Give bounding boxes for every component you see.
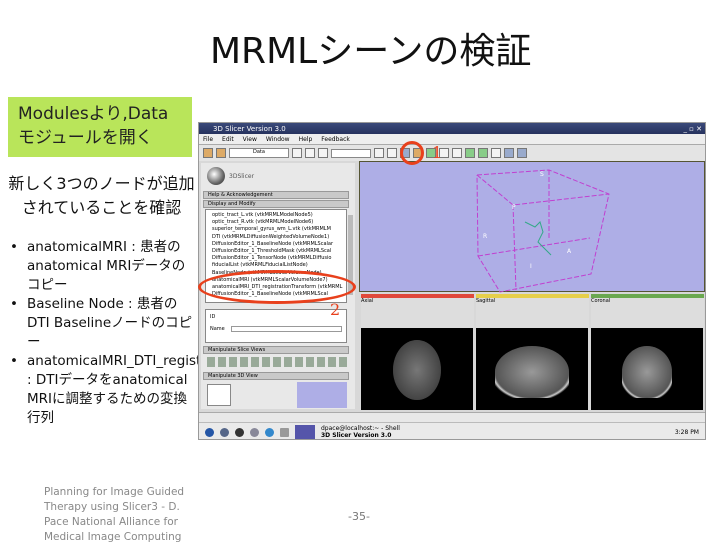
next-module-icon[interactable]	[305, 148, 315, 158]
menu-bar: File Edit View Window Help Feedback	[199, 134, 705, 145]
menu-file[interactable]: File	[203, 136, 213, 143]
3d-view-preview	[297, 382, 347, 408]
slice-view-buttons[interactable]	[207, 357, 347, 367]
fedora-icon[interactable]	[205, 427, 214, 437]
tree-item[interactable]: superior_temporal_gyrus_wm_L.vtk (vtkMRM…	[212, 226, 338, 233]
load-icon[interactable]	[216, 148, 226, 158]
slice-name: Axial	[361, 298, 374, 304]
label-p: P	[512, 204, 516, 211]
tree-item[interactable]: optic_tract_R.vtk (vtkMRMLModelNode6)	[212, 219, 338, 226]
slice-name: Coronal	[591, 298, 611, 304]
data-module-icon[interactable]	[387, 148, 397, 158]
slide-title: MRMLシーンの検証	[210, 31, 532, 72]
bounding-box: S P R A I	[476, 169, 610, 293]
taskbar: dpace@localhost:~ - Shell 3D Slicer Vers…	[199, 422, 705, 439]
label-s: S	[540, 171, 544, 178]
pick-icon[interactable]	[517, 148, 527, 158]
menu-window[interactable]: Window	[266, 136, 290, 143]
browser-icon[interactable]	[220, 427, 229, 437]
menu-feedback[interactable]: Feedback	[321, 136, 350, 143]
label-r: R	[483, 233, 487, 240]
3d-view[interactable]: S P R A I	[359, 161, 705, 293]
email-icon[interactable]	[235, 427, 244, 437]
folder-icon[interactable]	[280, 427, 289, 437]
bullet-item: anatomicalMRI_DTI_registrationTransform …	[8, 352, 308, 428]
task-slicer[interactable]: 3D Slicer Version 3.0	[321, 432, 431, 439]
slice-controls-yellow[interactable]: Sagittal	[476, 294, 589, 328]
marker-1: 1	[432, 143, 443, 162]
axial-slice-view[interactable]	[361, 328, 473, 410]
orientation-widget[interactable]	[207, 384, 231, 406]
coronal-slice-view[interactable]	[591, 328, 703, 410]
footer: Planning for Image Guided Therapy using …	[44, 486, 185, 543]
tree-item[interactable]: DiffusionEditor_1_BaselineNode (vtkMRMLS…	[212, 241, 338, 248]
logo-text: 3DSlicer	[229, 173, 255, 180]
panel-display[interactable]: Display and Modify	[203, 200, 349, 208]
sagittal-slice-view[interactable]	[476, 328, 588, 410]
highlight-circle-1	[400, 141, 424, 165]
marker-2: 2	[330, 300, 341, 319]
transform-icon[interactable]	[374, 148, 384, 158]
node-properties: ID Name	[205, 309, 347, 343]
menu-edit[interactable]: Edit	[222, 136, 234, 143]
skype-icon[interactable]	[265, 427, 274, 437]
panel-help[interactable]: Help & Acknowledgement	[203, 191, 349, 199]
window-titlebar: 3D Slicer Version 3.0	[199, 123, 705, 134]
label-i: I	[530, 263, 532, 270]
menu-view[interactable]: View	[243, 136, 257, 143]
slicer-logo-icon	[207, 167, 225, 185]
app-icon[interactable]	[250, 427, 259, 437]
grid-icon[interactable]	[491, 148, 501, 158]
window-controls[interactable]: _ ▫ ✕	[683, 125, 702, 133]
task-shell[interactable]: dpace@localhost:~ - Shell	[321, 425, 431, 432]
bullet-item: Baseline Node : 患者のDTI Baselineノードのコピー	[8, 295, 198, 352]
subtitle: 新しく3つのノードが追加されていることを確認	[8, 174, 195, 217]
clock: 3:28 PM	[674, 428, 699, 436]
name-input[interactable]	[230, 326, 342, 332]
bullet-item: anatomicalMRI : 患者のanatomical MRIデータのコピー	[8, 238, 198, 295]
workspace-switcher[interactable]	[295, 425, 315, 439]
toolbar: Data	[199, 145, 705, 161]
tree-item[interactable]: DiffusionEditor_1_ThresholdMask (vtkMRML…	[212, 248, 338, 255]
tree-item[interactable]: fiducialList (vtkMRMLFiducialListNode)	[212, 262, 338, 269]
status-bar	[199, 412, 705, 422]
highlight-ellipse-2	[198, 270, 356, 304]
slice-controls-red[interactable]: Axial	[361, 294, 474, 328]
id-label: ID	[210, 314, 216, 320]
module-select[interactable]: Data	[229, 148, 289, 158]
tree-item[interactable]: optic_tract_L.vtk (vtkMRMLModelNode5)	[212, 212, 338, 219]
menu-help[interactable]: Help	[299, 136, 313, 143]
layout2-icon[interactable]	[478, 148, 488, 158]
slice-name: Sagittal	[476, 298, 496, 304]
bullet-list: anatomicalMRI : 患者のanatomical MRIデータのコピー…	[8, 238, 308, 428]
search-input[interactable]	[331, 148, 371, 158]
name-label: Name	[210, 326, 225, 332]
label-a: A	[567, 248, 572, 255]
panel-slice-views[interactable]: Manipulate Slice Views	[203, 346, 349, 354]
page-number: -35-	[348, 510, 370, 523]
slice-controls-green[interactable]: Coronal	[591, 294, 704, 328]
prev-module-icon[interactable]	[292, 148, 302, 158]
tree-item[interactable]: DiffusionEditor_1_TensorNode (vtkMRMLDif…	[212, 255, 338, 262]
editor-icon[interactable]	[452, 148, 462, 158]
callout-box: Modulesより,Dataモジュールを開く	[8, 97, 192, 157]
mouse-mode-icon[interactable]	[504, 148, 514, 158]
layout-icon[interactable]	[465, 148, 475, 158]
home-icon[interactable]	[203, 148, 213, 158]
panel-3d-view[interactable]: Manipulate 3D View	[203, 372, 349, 380]
tree-item[interactable]: DTI (vtkMRMLDiffusionWeightedVolumeNode1…	[212, 234, 338, 241]
search-icon[interactable]	[318, 148, 328, 158]
